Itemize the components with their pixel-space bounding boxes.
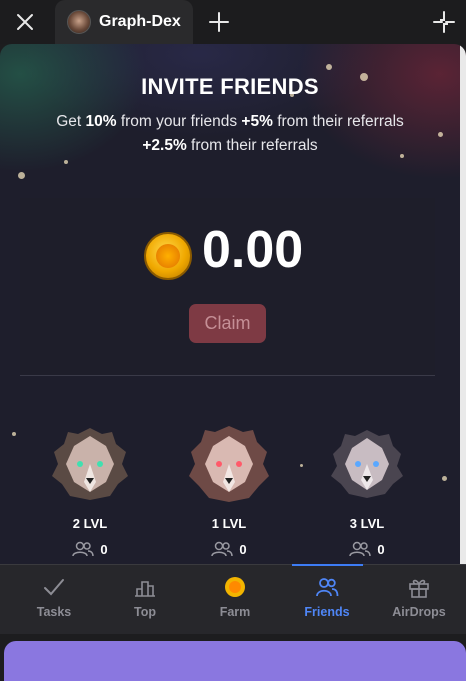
- friends-icon: [211, 541, 234, 557]
- balance-card: 0.00 Claim: [20, 198, 435, 376]
- hedgehog-avatar-icon: [50, 424, 130, 504]
- top-bar: Graph-Dex: [0, 0, 466, 44]
- hedgehog-avatar-icon: [189, 424, 269, 504]
- star-decoration: [300, 464, 303, 467]
- nav-farm[interactable]: Farm: [190, 565, 280, 635]
- invite-action-button[interactable]: [4, 641, 466, 681]
- claim-button[interactable]: Claim: [189, 304, 266, 343]
- star-decoration: [64, 160, 68, 164]
- star-decoration: [18, 172, 25, 179]
- level-label: 3 LVL: [349, 516, 385, 531]
- referral-level-2[interactable]: 2 LVL 0: [35, 424, 145, 557]
- coin-icon: [144, 232, 192, 280]
- main-content: INVITE FRIENDS Get 10% from your friends…: [0, 44, 466, 564]
- balance-value: 0.00: [202, 221, 304, 279]
- level-referral-count: 0: [174, 541, 284, 557]
- referral-description-line1: Get 10% from your friends +5% from their…: [56, 113, 404, 130]
- level-referral-count: 0: [312, 541, 422, 557]
- level-referral-count: 0: [35, 541, 145, 557]
- nav-label: Farm: [219, 605, 251, 619]
- friends-icon: [349, 541, 372, 557]
- collapse-icon[interactable]: [431, 9, 457, 35]
- gift-icon: [409, 579, 429, 598]
- nav-label: Friends: [304, 605, 350, 619]
- referral-description-line2: +2.5% from their referrals: [142, 137, 318, 154]
- bottom-nav: Tasks Top Farm Friends AirDrops: [0, 564, 466, 634]
- star-decoration: [12, 432, 16, 436]
- star-decoration: [326, 64, 332, 70]
- star-decoration: [442, 476, 447, 481]
- level-label: 2 LVL: [72, 516, 108, 531]
- scrollbar[interactable]: [460, 44, 466, 564]
- tab-graph-dex[interactable]: Graph-Dex: [55, 0, 193, 44]
- friends-icon: [316, 578, 339, 597]
- nav-top[interactable]: Top: [100, 565, 190, 635]
- podium-icon: [135, 581, 155, 597]
- check-icon: [44, 579, 64, 596]
- plus-icon[interactable]: [206, 9, 232, 35]
- level-label: 1 LVL: [211, 516, 247, 531]
- tab-title: Graph-Dex: [99, 13, 181, 30]
- page-title: INVITE FRIENDS: [141, 74, 319, 99]
- nav-friends[interactable]: Friends: [282, 565, 372, 635]
- nav-label: Tasks: [36, 605, 72, 619]
- coin-icon: [225, 577, 245, 597]
- nav-label: Top: [134, 605, 156, 619]
- friends-icon: [72, 541, 95, 557]
- hedgehog-logo-icon: [67, 10, 91, 34]
- referral-level-1[interactable]: 1 LVL 0: [174, 424, 284, 557]
- hedgehog-avatar-icon: [327, 424, 407, 504]
- nav-label: AirDrops: [392, 605, 446, 619]
- referral-level-3[interactable]: 3 LVL 0: [312, 424, 422, 557]
- close-icon[interactable]: [12, 9, 38, 35]
- nav-tasks[interactable]: Tasks: [9, 565, 99, 635]
- nav-airdrops[interactable]: AirDrops: [374, 565, 464, 635]
